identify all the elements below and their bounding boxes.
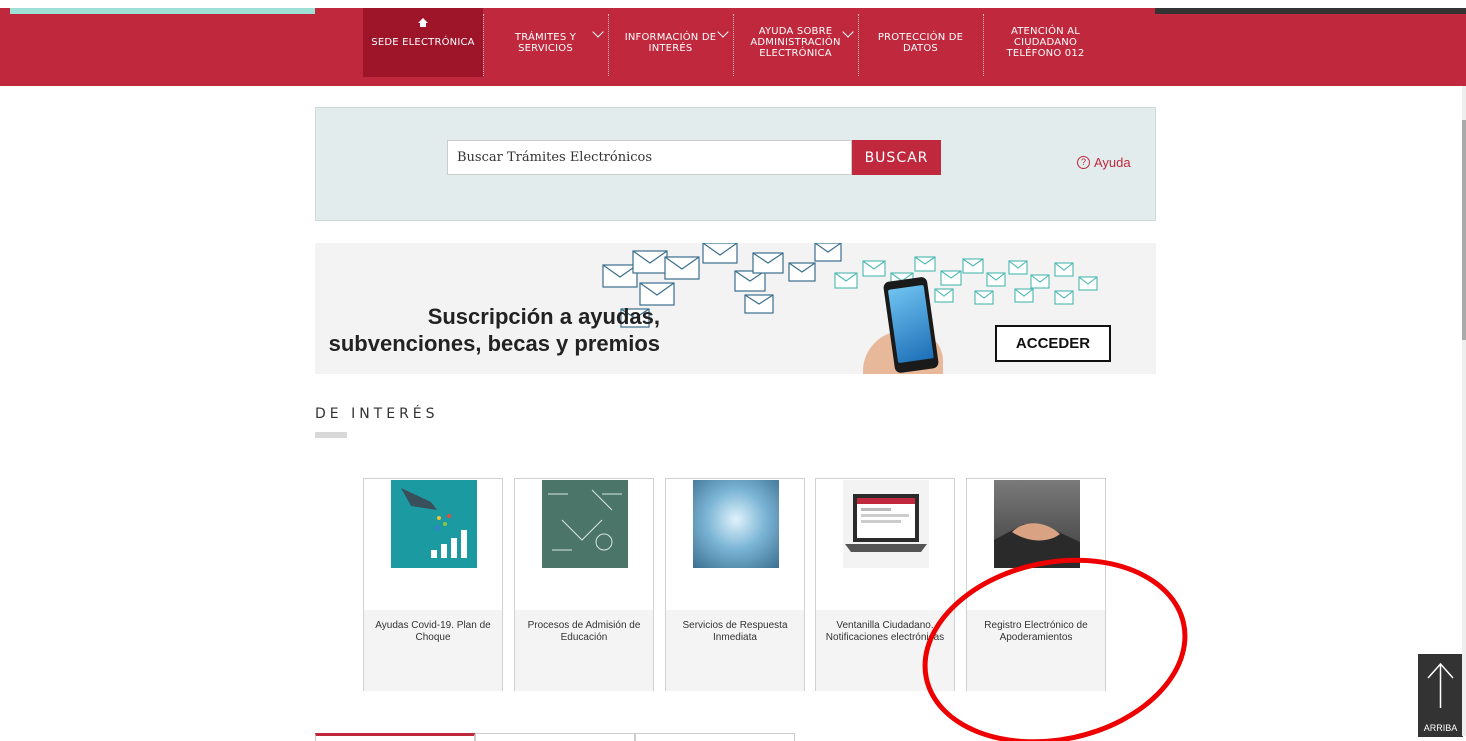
top-strip	[0, 0, 1466, 8]
card-registro-apoderamientos[interactable]: Registro Electrónico de Apoderamientos	[966, 478, 1106, 691]
nav-item-ayuda-administracion[interactable]: AYUDA SOBRE ADMINISTRACIÓN ELECTRÓNICA	[733, 8, 858, 77]
access-button[interactable]: ACCEDER	[995, 325, 1111, 362]
accent-stripe-left	[10, 8, 315, 14]
home-icon	[418, 18, 428, 28]
nav-item-atencion-ciudadano[interactable]: ATENCIÓN AL CIUDADANO TELÉFONO 012	[983, 8, 1108, 77]
accent-stripe-right	[1155, 8, 1466, 14]
laptop-icon	[843, 480, 929, 568]
back-to-top-label: ARRIBA	[1423, 723, 1458, 733]
help-link[interactable]: ? Ayuda	[1077, 155, 1131, 170]
bottom-tabs	[315, 733, 795, 741]
chalkboard-icon	[542, 480, 628, 568]
card-illustration	[548, 489, 622, 551]
card-label: Ventanilla Ciudadano. Notificaciones ele…	[825, 620, 945, 643]
nav-item-label: AYUDA SOBRE ADMINISTRACIÓN ELECTRÓNICA	[750, 26, 841, 59]
section-title: DE INTERÉS	[315, 406, 439, 422]
nav-item-tramites[interactable]: TRÁMITES Y SERVICIOS	[483, 8, 608, 77]
phone-screen	[887, 284, 934, 364]
card-ventanilla-ciudadano[interactable]: Ventanilla Ciudadano. Notificaciones ele…	[815, 478, 955, 691]
nav-item-label: INFORMACIÓN DE INTERÉS	[624, 31, 717, 54]
card-ayudas-covid[interactable]: Ayudas Covid-19. Plan de Choque	[363, 478, 503, 691]
chevron-down-icon	[717, 26, 729, 38]
card-label: Ayudas Covid-19. Plan de Choque	[375, 620, 491, 643]
card-illustration	[994, 523, 1080, 568]
scrollbar-thumb[interactable]	[1462, 120, 1466, 340]
nav-item-label: TRÁMITES Y SERVICIOS	[514, 31, 577, 54]
chevron-down-icon	[842, 26, 854, 38]
help-circle-icon: ?	[1077, 156, 1090, 169]
bottom-tab[interactable]	[475, 733, 635, 741]
card-admision-educacion[interactable]: Procesos de Admisión de Educación	[514, 478, 654, 691]
help-label: Ayuda	[1094, 155, 1131, 170]
nav-item-label: PROTECCIÓN DE DATOS	[877, 31, 964, 54]
chevron-down-icon	[592, 26, 604, 38]
card-label: Procesos de Admisión de Educación	[527, 620, 641, 643]
card-illustration	[845, 494, 927, 552]
nav-item-proteccion-datos[interactable]: PROTECCIÓN DE DATOS	[858, 8, 983, 77]
nav-item-label: SEDE ELECTRÓNICA	[371, 37, 475, 48]
back-to-top-button[interactable]: ARRIBA	[1418, 654, 1463, 737]
nav-item-label: ATENCIÓN AL CIUDADANO TELÉFONO 012	[1006, 26, 1085, 59]
card-label: Registro Electrónico de Apoderamientos	[984, 620, 1088, 643]
bottom-tab[interactable]	[315, 733, 475, 741]
card-label: Servicios de Respuesta Inmediata	[682, 620, 788, 643]
section-underline	[315, 432, 347, 438]
subscription-banner[interactable]: Suscripción a ayudas, subvenciones, beca…	[315, 243, 1156, 374]
nav-item-informacion[interactable]: INFORMACIÓN DE INTERÉS	[608, 8, 733, 77]
banner-title: Suscripción a ayudas, subvenciones, beca…	[328, 304, 660, 356]
card-illustration	[401, 488, 467, 558]
search-input[interactable]	[447, 140, 852, 175]
card-respuesta-inmediata[interactable]: Servicios de Respuesta Inmediata	[665, 478, 805, 691]
arrow-up-icon	[1427, 662, 1454, 708]
handshake-icon	[994, 480, 1080, 568]
bottom-tab[interactable]	[635, 733, 795, 741]
watering-can-chart-icon	[391, 480, 477, 568]
search-button[interactable]: BUSCAR	[852, 140, 941, 175]
nav-item-sede-electronica[interactable]: SEDE ELECTRÓNICA	[363, 8, 483, 77]
network-globe-icon	[693, 480, 779, 568]
top-navigation-bar: SEDE ELECTRÓNICA TRÁMITES Y SERVICIOS IN…	[0, 0, 1466, 86]
